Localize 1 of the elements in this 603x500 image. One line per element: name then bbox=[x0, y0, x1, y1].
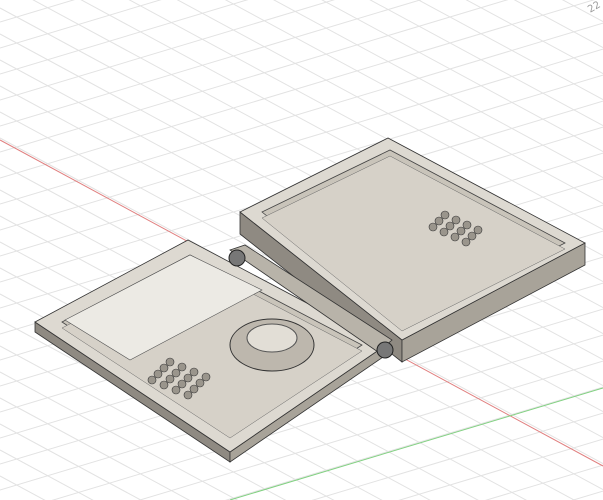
grid-label: 22 bbox=[586, 0, 603, 16]
